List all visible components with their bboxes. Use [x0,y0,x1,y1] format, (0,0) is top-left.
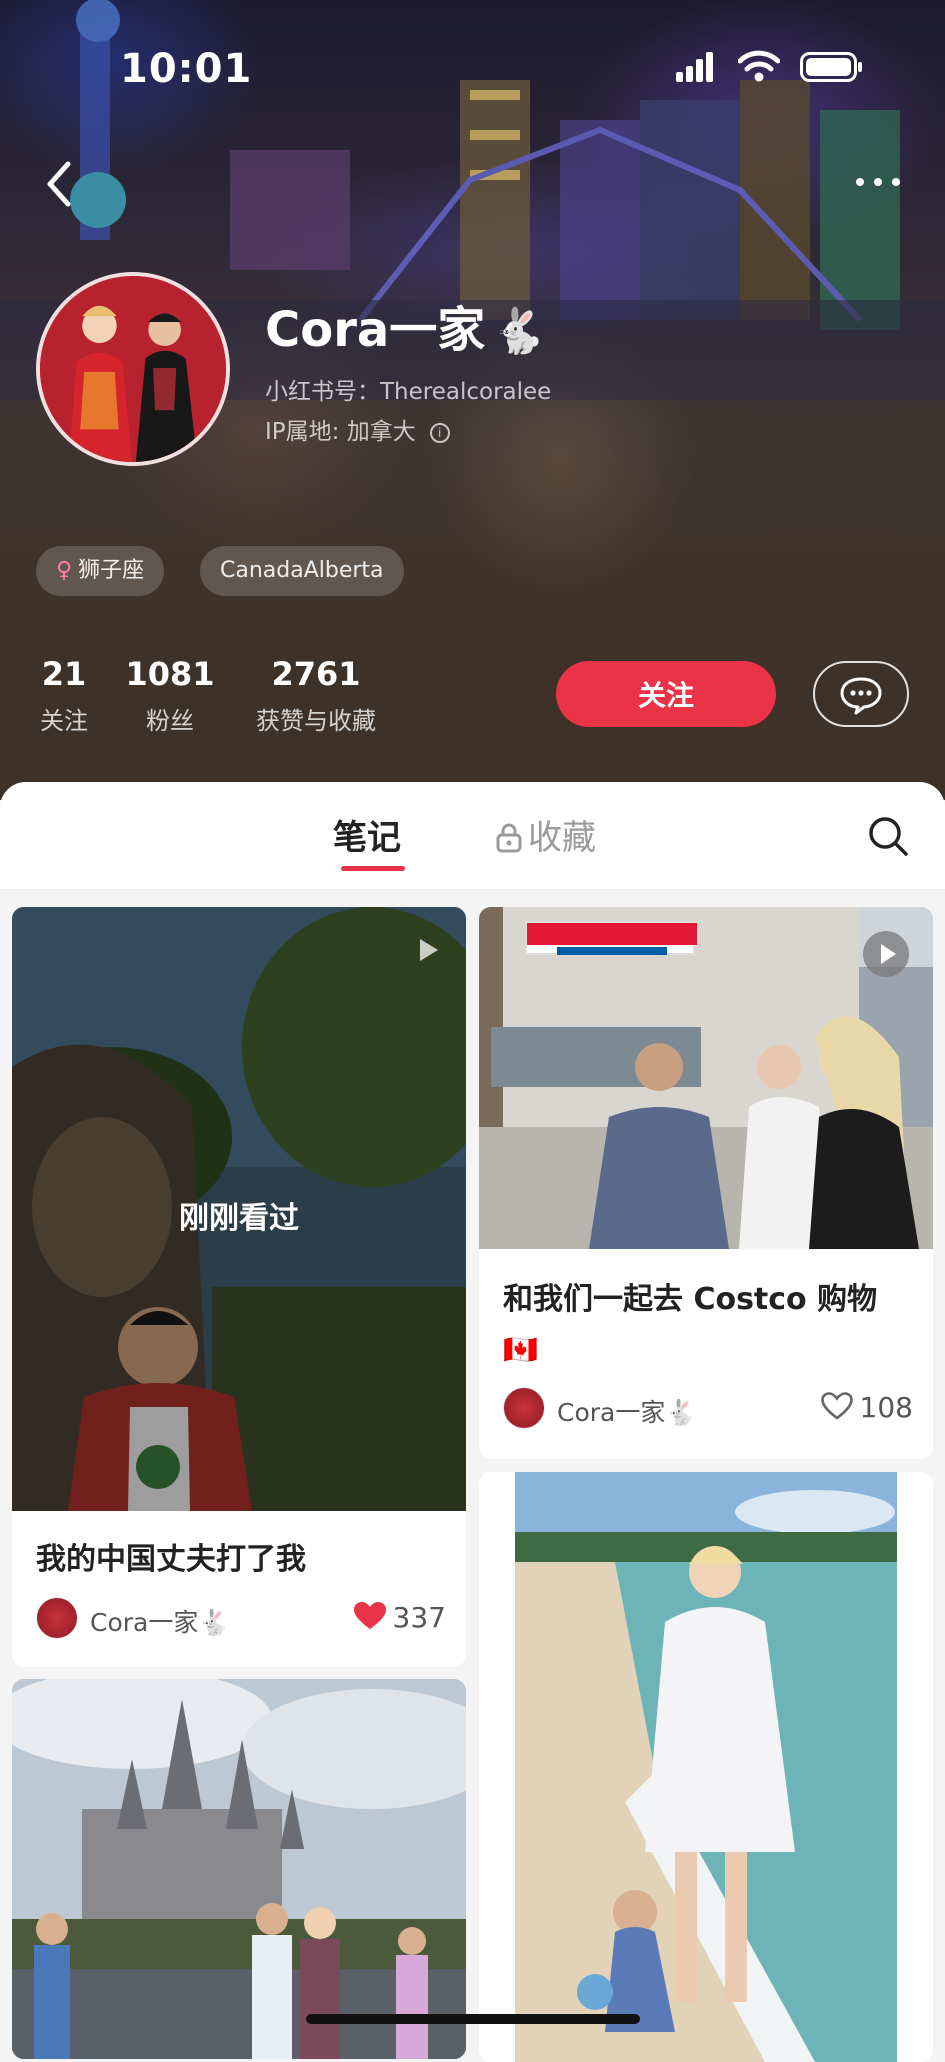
likes-collects-count: 2761 [271,655,361,693]
followers-label: 粉丝 [146,707,194,735]
profile-header: 10:01 Cora一家 🐇 小红书号：Therealcoralee IP属地:… [0,0,945,800]
following-label: 关注 [40,707,88,735]
like-count-text: 337 [392,1601,446,1634]
store-sign [525,921,697,955]
ip-location: IP属地: 加拿大 i [265,412,450,446]
profile-name: Cora一家 🐇 [265,290,546,360]
note-title: 和我们一起去 Costco 购物 🇨🇦 [503,1275,913,1375]
message-button[interactable] [813,661,909,727]
wifi-icon [738,50,780,82]
video-play-icon [863,931,909,977]
red-id[interactable]: 小红书号：Therealcoralee [265,372,551,406]
female-icon: ♀ [56,558,73,583]
tab-bar: 笔记 收藏 [0,782,945,890]
author-avatar[interactable] [36,1597,78,1639]
stat-followers[interactable]: 1081 粉丝 [122,655,218,736]
search-icon[interactable] [866,814,910,858]
store-sign-graphic [527,923,697,955]
note-card[interactable]: 和我们一起去 Costco 购物 🇨🇦 Cora一家🐇 108 [479,907,933,1459]
tab-notes[interactable]: 笔记 [333,810,401,859]
author-name-text: Cora一家 [90,1608,199,1637]
info-icon[interactable]: i [429,422,450,443]
like-button[interactable]: 337 [353,1601,446,1634]
tab-collections[interactable]: 收藏 [496,810,596,859]
author-avatar[interactable] [503,1387,545,1429]
author-name-text: Cora一家 [557,1398,666,1427]
follow-button[interactable]: 关注 [556,661,776,727]
followers-count: 1081 [125,655,215,693]
note-card[interactable]: 刚刚看过 我的中国丈夫打了我 Cora一家🐇 337 [12,907,466,1667]
note-title: 我的中国丈夫打了我 [36,1542,306,1577]
author-name[interactable]: Cora一家🐇 [557,1393,697,1429]
note-title-text: 和我们一起去 Costco 购物 [503,1282,878,1317]
status-bar: 10:01 [0,0,945,140]
tag-zodiac-label: 狮子座 [78,558,145,583]
recently-viewed-label: 刚刚看过 [179,1201,299,1236]
tag-zodiac[interactable]: ♀ 狮子座 [36,546,165,596]
note-author-row: Cora一家🐇 337 [36,1595,446,1641]
like-button[interactable]: 108 [820,1391,913,1424]
heart-filled-icon [353,1602,386,1629]
ip-location-text: IP属地: 加拿大 [265,419,416,445]
note-author-row: Cora一家🐇 108 [503,1385,913,1431]
home-indicator[interactable] [306,2014,640,2024]
more-options-icon[interactable] [852,170,904,194]
like-count-text: 108 [859,1391,913,1424]
note-cover-image [12,1679,466,2059]
note-card[interactable] [12,1679,466,2059]
profile-name-text: Cora一家 [265,302,486,358]
tag-location[interactable]: CanadaAlberta [200,546,404,596]
author-name[interactable]: Cora一家🐇 [90,1603,230,1639]
author-emoji: 🐇 [198,1608,230,1637]
avatar-couple-image [40,276,226,462]
stat-likes-collects[interactable]: 2761 获赞与收藏 [246,655,386,736]
tab-active-indicator [341,866,405,871]
stat-following[interactable]: 21 关注 [32,655,96,736]
signal-icon [676,52,713,82]
canada-flag-emoji: 🇨🇦 [503,1333,538,1366]
profile-avatar[interactable] [36,272,230,466]
lock-icon [496,823,522,853]
status-time: 10:01 [120,46,253,92]
battery-icon [800,52,862,82]
tag-location-label: CanadaAlberta [220,558,384,583]
video-play-icon [420,939,438,961]
tab-collections-label: 收藏 [528,818,596,858]
following-count: 21 [41,655,87,693]
likes-collects-label: 获赞与收藏 [256,707,376,735]
chat-icon [840,677,882,715]
author-emoji: 🐇 [665,1398,697,1427]
note-cover-image [515,1472,897,2062]
heart-outline-icon [820,1392,853,1420]
back-chevron-icon[interactable] [40,158,80,210]
note-card[interactable] [479,1472,933,2062]
rabbit-emoji: 🐇 [491,306,547,357]
